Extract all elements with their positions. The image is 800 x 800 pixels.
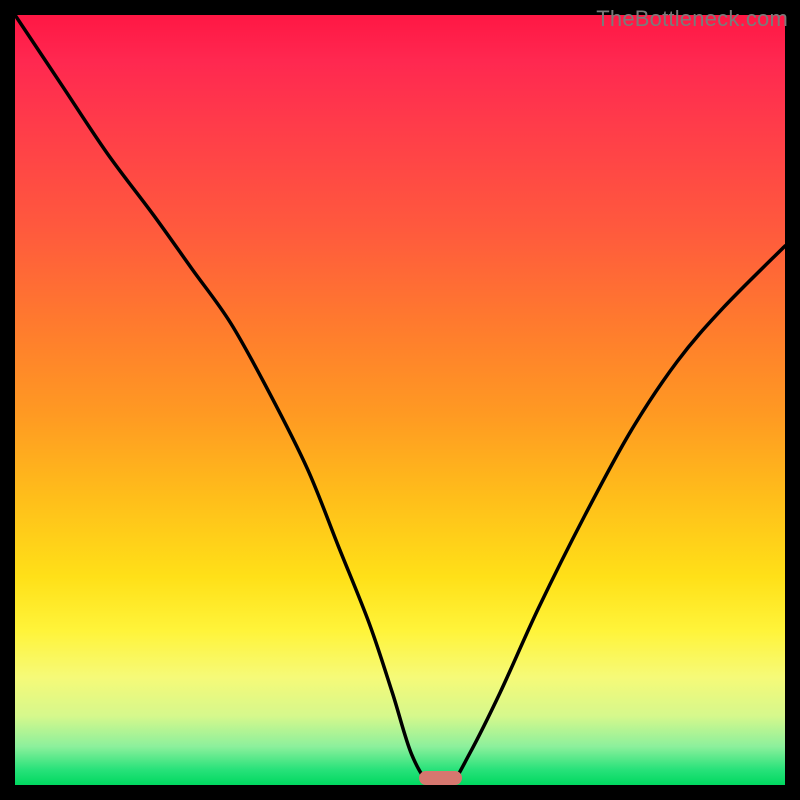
- plot-area: [15, 15, 785, 785]
- optimal-zone-marker: [419, 771, 461, 785]
- chart-frame: TheBottleneck.com: [0, 0, 800, 800]
- watermark-text: TheBottleneck.com: [596, 6, 788, 32]
- bottleneck-curve: [15, 15, 785, 785]
